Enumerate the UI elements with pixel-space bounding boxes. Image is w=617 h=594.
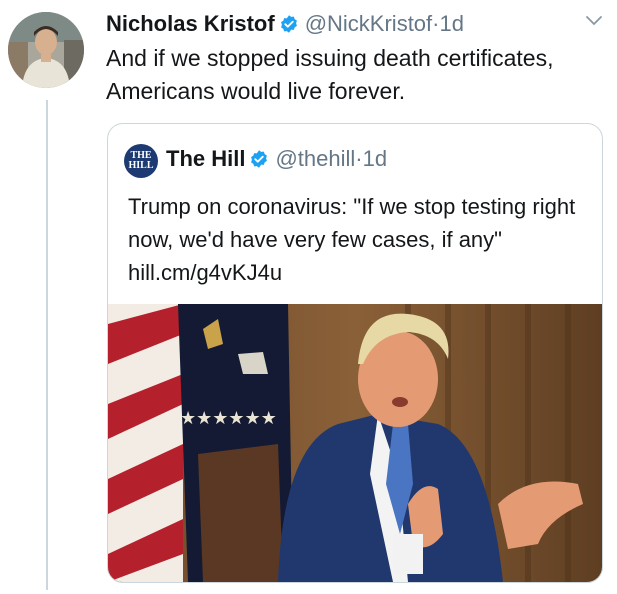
quoted-tweet-text: Trump on coronavirus: "If we stop testin… — [128, 194, 576, 285]
quoted-author-avatar[interactable]: THE HILL — [124, 144, 158, 178]
author-handle[interactable]: @NickKristof — [305, 11, 432, 36]
quoted-avatar-text-line2: HILL — [128, 160, 154, 171]
verified-badge-icon — [279, 13, 299, 33]
verified-badge-icon — [249, 147, 269, 168]
separator-dot: · — [355, 146, 363, 171]
chevron-down-icon[interactable] — [584, 14, 604, 28]
tweet-timestamp[interactable]: 1d — [440, 11, 464, 36]
quoted-author-name[interactable]: The Hill — [166, 146, 245, 171]
svg-text:★★★★★★: ★★★★★★ — [180, 408, 277, 429]
quoted-tweet-timestamp[interactable]: 1d — [363, 146, 387, 171]
quoted-tweet-card[interactable]: THE HILL The Hill @thehill·1d Trump on co… — [107, 123, 603, 583]
separator-dot: · — [432, 11, 440, 36]
author-avatar-image — [8, 12, 84, 88]
quoted-tweet-media-image[interactable]: ★★★★★★ — [108, 304, 602, 582]
quoted-tweet-header: The Hill @thehill·1d — [166, 144, 387, 174]
thread-line — [46, 100, 48, 590]
quoted-author-handle[interactable]: @thehill — [275, 146, 355, 171]
author-name[interactable]: Nicholas Kristof — [106, 11, 275, 36]
tweet-header: Nicholas Kristof @NickKristof·1d — [106, 10, 464, 38]
author-avatar[interactable] — [8, 12, 84, 88]
tweet-text: And if we stopped issuing death certific… — [106, 45, 554, 104]
